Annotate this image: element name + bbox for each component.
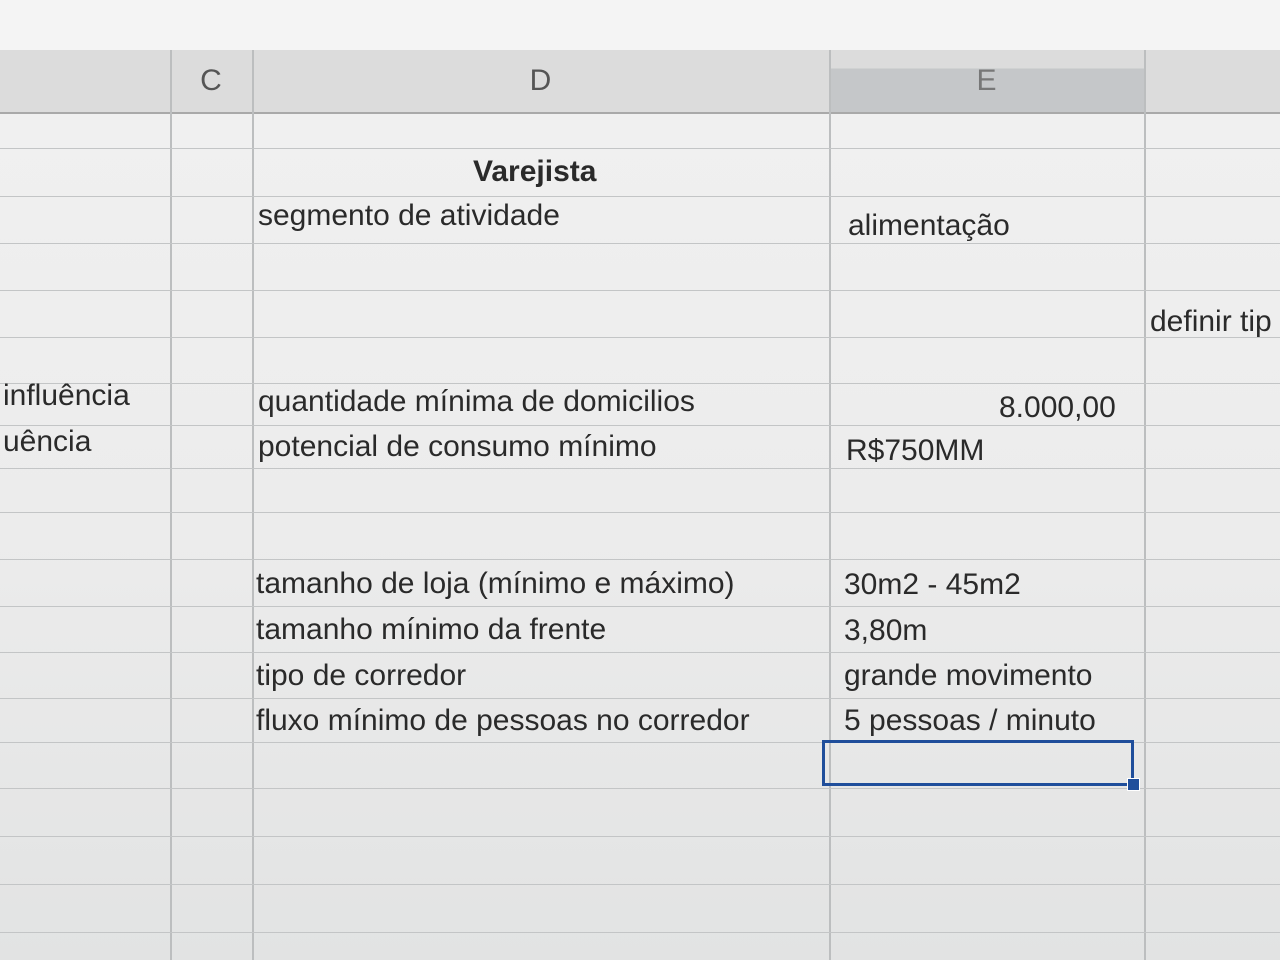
cell-loja-label[interactable]: tamanho de loja (mínimo e máximo) (256, 566, 735, 602)
cell-frente-value[interactable]: 3,80m (844, 613, 927, 649)
grid-row-line (0, 559, 1280, 560)
column-header-d[interactable]: D (252, 50, 829, 112)
cell-fluxo-value[interactable]: 5 pessoas / minuto (844, 703, 1096, 739)
cell-influencia-2[interactable]: uência (3, 424, 91, 460)
grid-row-line (0, 337, 1280, 338)
cell-corredor-value[interactable]: grande movimento (844, 658, 1092, 694)
cell-corredor-label[interactable]: tipo de corredor (256, 658, 466, 694)
grid-row-line (0, 606, 1280, 607)
column-header-c[interactable]: C (170, 50, 252, 112)
grid-row-line (0, 652, 1280, 653)
cell-definir-tipo[interactable]: definir tip (1150, 304, 1272, 340)
cell-segmento-value[interactable]: alimentação (848, 208, 1010, 244)
grid-column-line (1144, 50, 1146, 960)
grid-column-line (252, 50, 254, 960)
cell-segmento-label[interactable]: segmento de atividade (258, 198, 560, 234)
column-header-e[interactable]: E (829, 50, 1144, 112)
grid-row-line (0, 468, 1280, 469)
grid-row-line (0, 932, 1280, 933)
grid-row-line (0, 148, 1280, 149)
grid-row-line (0, 243, 1280, 244)
cell-frente-label[interactable]: tamanho mínimo da frente (256, 612, 606, 648)
grid-row-line (0, 290, 1280, 291)
cell-title[interactable]: Varejista (473, 154, 596, 190)
grid-column-line (829, 50, 831, 960)
active-cell-selection[interactable] (822, 740, 1134, 786)
grid-row-line (0, 698, 1280, 699)
cell-domicilios-value[interactable]: 8.000,00 (999, 390, 1116, 426)
cell-fluxo-label[interactable]: fluxo mínimo de pessoas no corredor (256, 703, 750, 739)
column-header-row: C D E (0, 50, 1280, 114)
grid-row-line (0, 196, 1280, 197)
cell-influencia-1[interactable]: influência (3, 378, 130, 414)
cell-consumo-label[interactable]: potencial de consumo mínimo (258, 429, 657, 465)
grid-row-line (0, 836, 1280, 837)
grid-row-line (0, 512, 1280, 513)
spreadsheet: C D E Varejista segmento de atividade al… (0, 0, 1280, 960)
grid-row-line (0, 788, 1280, 789)
grid-row-line (0, 884, 1280, 885)
cell-domicilios-label[interactable]: quantidade mínima de domicilios (258, 384, 695, 420)
grid-column-line (170, 50, 172, 960)
cell-loja-value[interactable]: 30m2 - 45m2 (844, 567, 1021, 603)
toolbar-area (0, 0, 1280, 50)
column-header-f[interactable] (1144, 50, 1280, 112)
fill-handle[interactable] (1127, 778, 1140, 791)
cell-consumo-value[interactable]: R$750MM (846, 433, 984, 469)
